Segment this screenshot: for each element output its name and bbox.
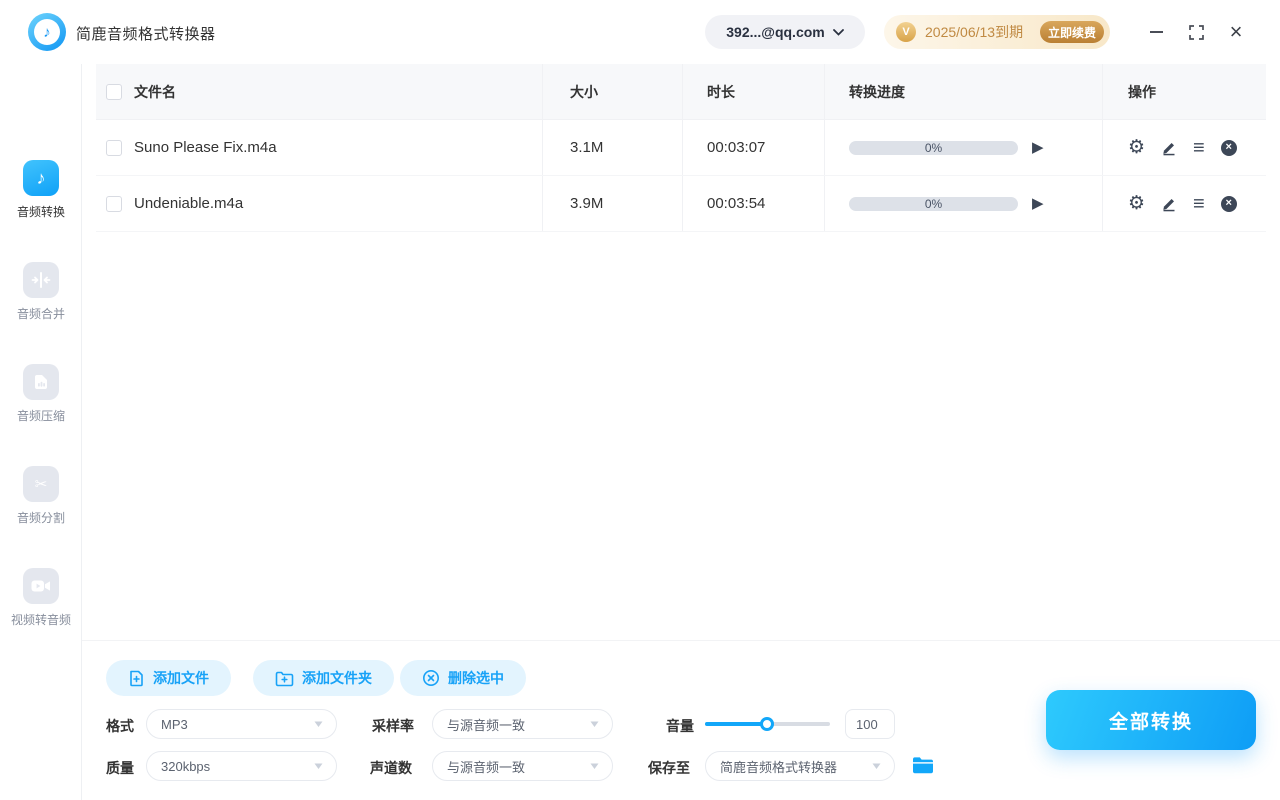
- save-to-select[interactable]: 简鹿音频格式转换器: [705, 751, 895, 781]
- dropdown-arrow-icon: [590, 721, 599, 727]
- close-circle-icon: ×: [1220, 139, 1237, 156]
- progress-bar: 0%: [849, 140, 1018, 155]
- delete-circle-icon: [423, 670, 439, 686]
- sidebar: ♪ 音频转换 音频合并 音频压缩 ✂ 音频分割 视频转音频: [0, 64, 82, 800]
- volume-slider-thumb[interactable]: [760, 717, 774, 731]
- progress-bar: 0%: [849, 196, 1018, 211]
- minimize-icon: [1149, 31, 1163, 33]
- vip-icon: V: [896, 22, 916, 42]
- folder-plus-icon: [275, 671, 294, 686]
- music-note-icon: ♪: [23, 160, 59, 196]
- menu-icon: ≡: [1193, 136, 1205, 159]
- vip-expiry-text: 2025/06/13到期: [925, 24, 1024, 40]
- dropdown-arrow-icon: [314, 763, 323, 769]
- file-plus-icon: [130, 670, 143, 687]
- row-settings-button[interactable]: ⚙: [1128, 194, 1145, 213]
- close-circle-icon: ×: [1220, 195, 1237, 212]
- sidebar-item-audio-compress[interactable]: 音频压缩: [0, 364, 82, 424]
- play-button[interactable]: ▶: [1032, 140, 1044, 155]
- file-duration: 00:03:07: [707, 139, 766, 156]
- format-label: 格式: [106, 718, 134, 734]
- add-folder-button[interactable]: 添加文件夹: [253, 660, 394, 696]
- maximize-icon: [1188, 24, 1204, 40]
- dropdown-arrow-icon: [872, 763, 881, 769]
- pencil-icon: [1163, 142, 1175, 155]
- app-logo-icon: ♪: [28, 13, 66, 51]
- merge-icon: [23, 262, 59, 298]
- table-row: Undeniable.m4a 3.9M 00:03:54 0% ▶ ⚙ ≡ ×: [96, 176, 1266, 232]
- row-checkbox[interactable]: [106, 139, 122, 156]
- row-delete-button[interactable]: ×: [1220, 195, 1237, 212]
- add-file-button[interactable]: 添加文件: [106, 660, 231, 696]
- menu-icon: ≡: [1193, 192, 1205, 215]
- vip-status-bar: V 2025/06/13到期 立即续费: [884, 15, 1110, 49]
- sidebar-item-audio-convert[interactable]: ♪ 音频转换: [0, 160, 82, 220]
- select-all-checkbox[interactable]: [106, 83, 122, 100]
- compress-file-icon: [23, 364, 59, 400]
- table-header-row: 文件名 大小 时长 转换进度 操作: [96, 64, 1266, 120]
- close-button[interactable]: ×: [1224, 20, 1248, 44]
- file-name: Suno Please Fix.m4a: [134, 139, 277, 156]
- volume-input[interactable]: [845, 709, 895, 739]
- format-select[interactable]: MP3: [146, 709, 337, 739]
- channels-select[interactable]: 与源音频一致: [432, 751, 613, 781]
- gear-icon: ⚙: [1128, 193, 1146, 214]
- app-window: ♪ 简鹿音频格式转换器 392...@qq.com V 2025/06/13到期…: [0, 0, 1280, 800]
- file-duration: 00:03:54: [707, 195, 766, 212]
- volume-slider[interactable]: [705, 709, 830, 739]
- volume-label: 音量: [666, 718, 694, 734]
- file-name: Undeniable.m4a: [134, 195, 244, 212]
- table-row: Suno Please Fix.m4a 3.1M 00:03:07 0% ▶ ⚙…: [96, 120, 1266, 176]
- quality-label: 质量: [106, 760, 134, 776]
- dropdown-arrow-icon: [590, 763, 599, 769]
- close-icon: ×: [1229, 19, 1243, 44]
- pencil-icon: [1163, 198, 1175, 211]
- maximize-button[interactable]: [1184, 20, 1208, 44]
- sidebar-item-audio-merge[interactable]: 音频合并: [0, 262, 82, 322]
- sample-rate-select[interactable]: 与源音频一致: [432, 709, 613, 739]
- minimize-button[interactable]: [1144, 20, 1168, 44]
- row-rename-button[interactable]: [1161, 196, 1177, 212]
- account-email: 392...@qq.com: [726, 24, 825, 40]
- row-checkbox[interactable]: [106, 195, 122, 212]
- chevron-down-icon: [832, 28, 844, 36]
- save-to-label: 保存至: [648, 760, 690, 776]
- row-settings-button[interactable]: ⚙: [1128, 138, 1145, 157]
- delete-selected-button[interactable]: 删除选中: [400, 660, 526, 696]
- file-table: 文件名 大小 时长 转换进度 操作 Suno Please Fix.m4a 3.…: [96, 64, 1266, 232]
- quality-select[interactable]: 320kbps: [146, 751, 337, 781]
- channels-label: 声道数: [370, 760, 412, 776]
- sidebar-item-audio-split[interactable]: ✂ 音频分割: [0, 466, 82, 526]
- file-size: 3.1M: [570, 139, 604, 156]
- col-filename: 文件名: [134, 83, 176, 100]
- col-size: 大小: [570, 83, 598, 100]
- sidebar-item-video-to-audio[interactable]: 视频转音频: [0, 568, 82, 628]
- convert-all-button[interactable]: 全部转换: [1046, 690, 1256, 750]
- play-button[interactable]: ▶: [1032, 196, 1044, 211]
- renew-button[interactable]: 立即续费: [1040, 21, 1104, 43]
- sample-rate-label: 采样率: [372, 718, 414, 734]
- row-delete-button[interactable]: ×: [1220, 139, 1237, 156]
- browse-folder-button[interactable]: [912, 756, 934, 780]
- app-title: 简鹿音频格式转换器: [76, 26, 216, 43]
- scissors-icon: ✂: [23, 466, 59, 502]
- col-actions: 操作: [1128, 83, 1156, 100]
- file-size: 3.9M: [570, 195, 604, 212]
- row-info-button[interactable]: ≡: [1193, 138, 1205, 158]
- col-progress: 转换进度: [849, 83, 905, 100]
- video-camera-icon: [23, 568, 59, 604]
- panel-divider: [82, 640, 1280, 641]
- row-info-button[interactable]: ≡: [1193, 194, 1205, 214]
- dropdown-arrow-icon: [314, 721, 323, 727]
- gear-icon: ⚙: [1128, 137, 1146, 158]
- folder-icon: [913, 757, 933, 774]
- titlebar: ♪ 简鹿音频格式转换器 392...@qq.com V 2025/06/13到期…: [0, 0, 1280, 64]
- col-duration: 时长: [707, 83, 735, 100]
- account-dropdown[interactable]: 392...@qq.com: [705, 15, 865, 49]
- row-rename-button[interactable]: [1161, 140, 1177, 156]
